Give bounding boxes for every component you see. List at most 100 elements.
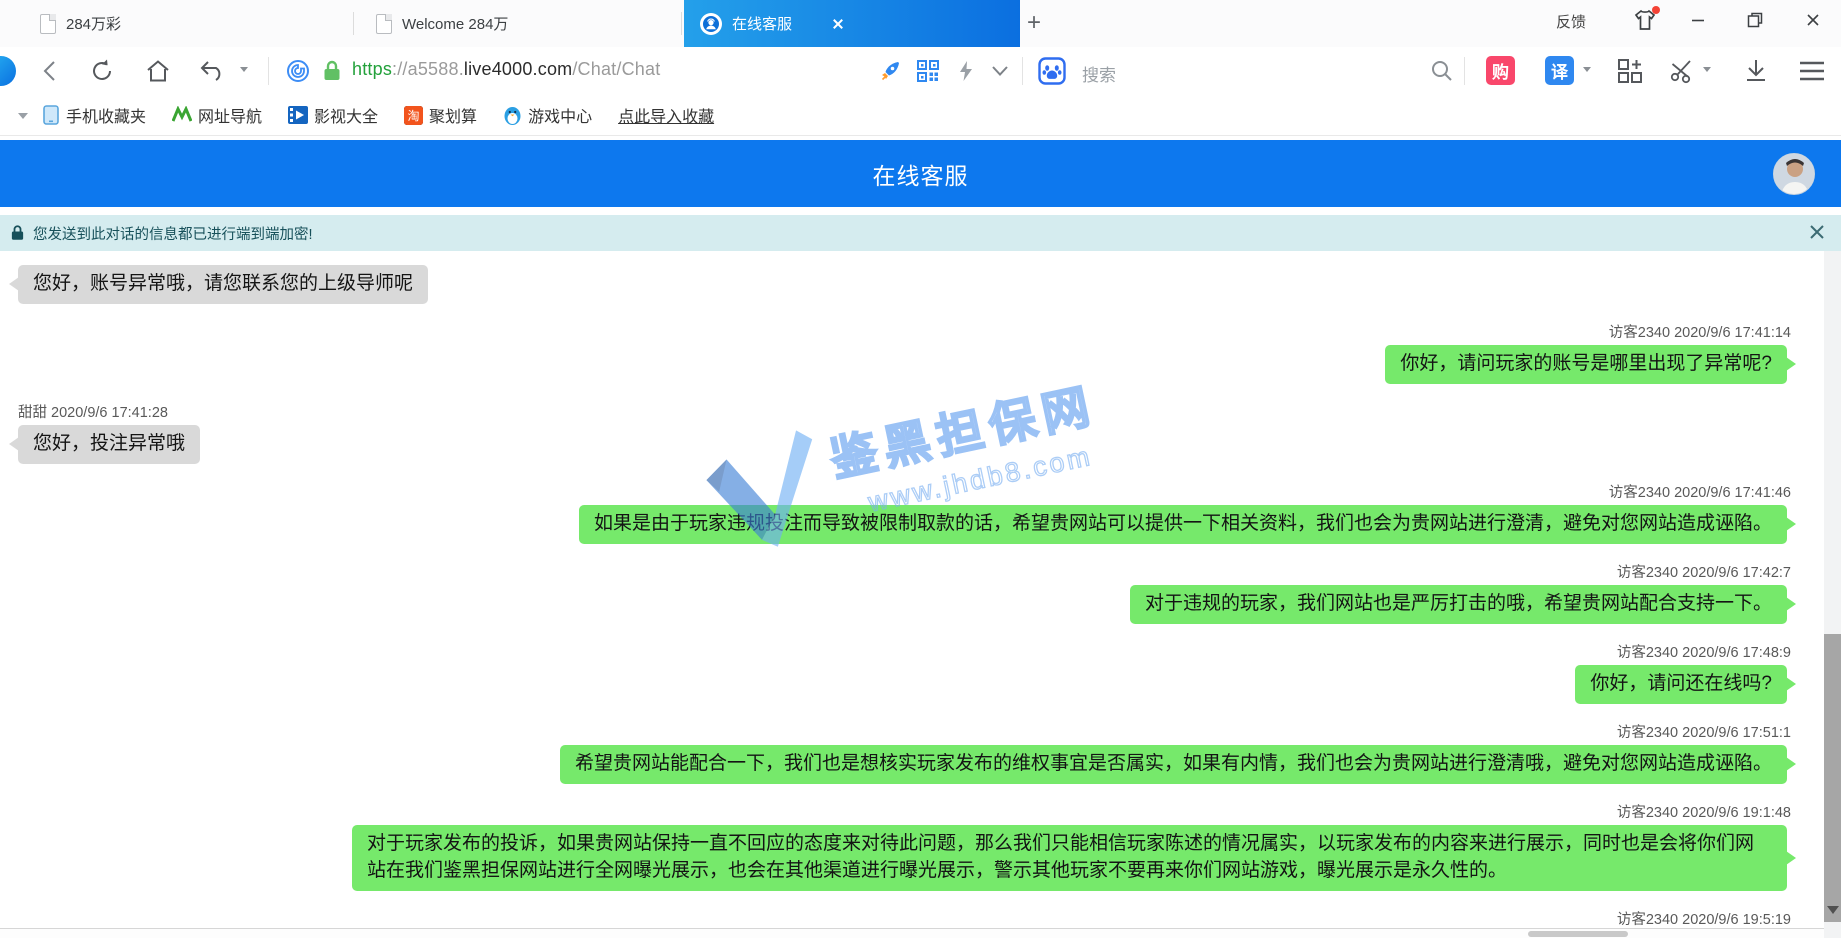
tab-welcome[interactable]: Welcome 284万 [360, 0, 682, 47]
feedback-link[interactable]: 反馈 [1556, 11, 1586, 32]
svg-text:淘: 淘 [408, 109, 420, 123]
site-safety-icon[interactable] [284, 57, 312, 85]
bookmark-item-2[interactable]: 网址导航 [172, 103, 262, 127]
bookmark-item-1[interactable]: 手机收藏夹 [42, 103, 146, 127]
url-domain: live4000.com [464, 59, 572, 79]
chat-message: 访客2340 2020/9/6 17:41:46 如果是由于玩家违规投注而导致被… [8, 481, 1797, 544]
bookmark-item-5[interactable]: 游戏中心 [503, 103, 592, 127]
message-meta: 访客2340 2020/9/6 17:51:1 [1617, 721, 1791, 742]
message-meta: 访客2340 2020/9/6 19:1:48 [1617, 801, 1791, 822]
address-url[interactable]: https://a5588.live4000.com/Chat/Chat [352, 59, 660, 80]
chat-header: 在线客服 [0, 140, 1841, 207]
message-bubble: 你好，请问还在线吗? [1575, 665, 1787, 704]
url-subdomain: ://a5588. [392, 59, 464, 79]
page-icon [376, 14, 392, 34]
tab-close-icon[interactable] [830, 16, 846, 32]
taobao-icon: 淘 [404, 106, 423, 125]
tab-bar: 284万彩 Welcome 284万 在线客服 + 反馈 [0, 0, 1841, 47]
undo-dropdown-icon[interactable] [240, 67, 248, 76]
lightning-icon[interactable] [952, 57, 980, 85]
minimize-button[interactable] [1675, 0, 1721, 40]
video-icon [288, 106, 308, 124]
bookmark-label: 点此导入收藏 [618, 103, 714, 127]
secure-lock-icon[interactable] [318, 57, 346, 85]
baidu-search-icon[interactable] [1038, 57, 1066, 85]
bookmarks-dropdown-icon[interactable] [18, 113, 28, 124]
chat-message: 访客2340 2020/9/6 19:1:48 对于玩家发布的投诉，如果贵网站保… [8, 801, 1797, 891]
menu-icon[interactable] [1798, 57, 1826, 85]
message-meta: 访客2340 2020/9/6 17:41:14 [1609, 321, 1791, 342]
tab-label: 在线客服 [732, 13, 792, 34]
undo-icon[interactable] [198, 57, 226, 85]
nav2345-icon [172, 106, 192, 124]
message-bubble: 对于玩家发布的投诉，如果贵网站保持一直不回应的态度来对待此问题，那么我们只能相信… [352, 825, 1787, 891]
penguin-icon [503, 105, 522, 125]
bookmark-label: 聚划算 [429, 103, 477, 127]
download-icon[interactable] [1742, 57, 1770, 85]
close-window-button[interactable] [1790, 0, 1836, 40]
message-bubble: 您好，投注异常哦 [18, 425, 200, 464]
notice-close-icon[interactable] [1807, 222, 1827, 242]
page-title: 在线客服 [873, 157, 969, 191]
chat-message: 访客2340 2020/9/6 17:48:9 你好，请问还在线吗? [8, 641, 1797, 704]
page-icon [40, 14, 56, 34]
message-bubble: 希望贵网站能配合一下，我们也是想核实玩家发布的维权事宜是否属实，如果有内情，我们… [560, 745, 1787, 784]
tab-284wancai[interactable]: 284万彩 [24, 0, 354, 47]
scissors-dropdown-icon[interactable] [1703, 67, 1711, 76]
tab-separator [353, 12, 354, 35]
translate-dropdown-icon[interactable] [1583, 67, 1591, 76]
navigation-bar: https://a5588.live4000.com/Chat/Chat 搜索 … [0, 47, 1841, 95]
shopping-assistant-icon[interactable]: 购 [1486, 56, 1515, 85]
restore-button[interactable] [1732, 0, 1778, 40]
message-bubble: 您好，账号异常哦，请您联系您的上级导师呢 [18, 265, 428, 304]
message-meta: 甜甜 2020/9/6 17:41:28 [18, 401, 168, 422]
search-label[interactable]: 搜索 [1082, 61, 1116, 86]
bookmark-item-3[interactable]: 影视大全 [288, 103, 378, 127]
horizontal-scrollbar-thumb[interactable] [1528, 931, 1628, 937]
avatar[interactable] [1773, 153, 1815, 195]
url-path: /Chat/Chat [572, 59, 660, 79]
tab-label: 284万彩 [66, 13, 121, 34]
divider [268, 57, 269, 85]
webpage-content: 在线客服 您发送到此对话的信息都已进行端到端加密! 您好，账号异常哦，请您联系您… [0, 136, 1841, 938]
reload-icon[interactable] [88, 57, 116, 85]
message-meta: 访客2340 2020/9/6 17:41:46 [1609, 481, 1791, 502]
skin-theme-button[interactable] [1622, 0, 1668, 40]
divider [1022, 57, 1023, 85]
bookmark-item-6[interactable]: 点此导入收藏 [618, 103, 714, 127]
message-bubble: 如果是由于玩家违规投注而导致被限制取款的话，希望贵网站可以提供一下相关资料，我们… [579, 505, 1787, 544]
customer-service-icon [700, 13, 722, 35]
scrollbar-down-arrow-icon[interactable] [1827, 906, 1839, 920]
message-meta: 访客2340 2020/9/6 17:42:7 [1617, 561, 1791, 582]
rocket-boost-icon[interactable] [876, 57, 904, 85]
translate-icon[interactable]: 译 [1545, 56, 1574, 85]
chat-message-area[interactable]: 您好，账号异常哦，请您联系您的上级导师呢 访客2340 2020/9/6 17:… [0, 251, 1824, 938]
chat-message: 甜甜 2020/9/6 17:41:28 您好，投注异常哦 [8, 401, 1797, 464]
message-meta: 访客2340 2020/9/6 19:5:19 [1617, 908, 1791, 929]
divider [1464, 57, 1465, 85]
chevron-down-icon[interactable] [986, 57, 1014, 85]
search-icon[interactable] [1428, 57, 1456, 85]
message-bubble: 对于违规的玩家，我们网站也是严厉打击的哦，希望贵网站配合支持一下。 [1130, 585, 1787, 624]
qr-code-icon[interactable] [914, 57, 942, 85]
bookmarks-bar: 手机收藏夹 网址导航 影视大全 淘聚划算 游戏中心 点此导入收藏 [0, 95, 1841, 136]
notification-dot [1652, 6, 1660, 14]
bookmark-label: 手机收藏夹 [66, 103, 146, 127]
vertical-scrollbar-thumb[interactable] [1824, 634, 1841, 922]
extensions-icon[interactable] [1616, 57, 1644, 85]
lock-icon [10, 224, 25, 242]
home-icon[interactable] [144, 57, 172, 85]
bookmark-label: 游戏中心 [528, 103, 592, 127]
url-scheme: https [352, 59, 392, 79]
tab-online-service[interactable]: 在线客服 [684, 0, 1020, 47]
screenshot-scissors-icon[interactable] [1668, 57, 1696, 85]
phone-icon [42, 105, 60, 125]
back-icon[interactable] [36, 57, 64, 85]
bookmark-item-4[interactable]: 淘聚划算 [404, 103, 477, 127]
browser-logo[interactable] [0, 56, 16, 86]
encryption-notice-bar: 您发送到此对话的信息都已进行端到端加密! [0, 215, 1841, 251]
encryption-notice-text: 您发送到此对话的信息都已进行端到端加密! [33, 223, 313, 244]
chat-message: 访客2340 2020/9/6 17:41:14 你好，请问玩家的账号是哪里出现… [8, 321, 1797, 384]
chat-message: 访客2340 2020/9/6 17:51:1 希望贵网站能配合一下，我们也是想… [8, 721, 1797, 784]
new-tab-button[interactable]: + [1022, 12, 1046, 36]
